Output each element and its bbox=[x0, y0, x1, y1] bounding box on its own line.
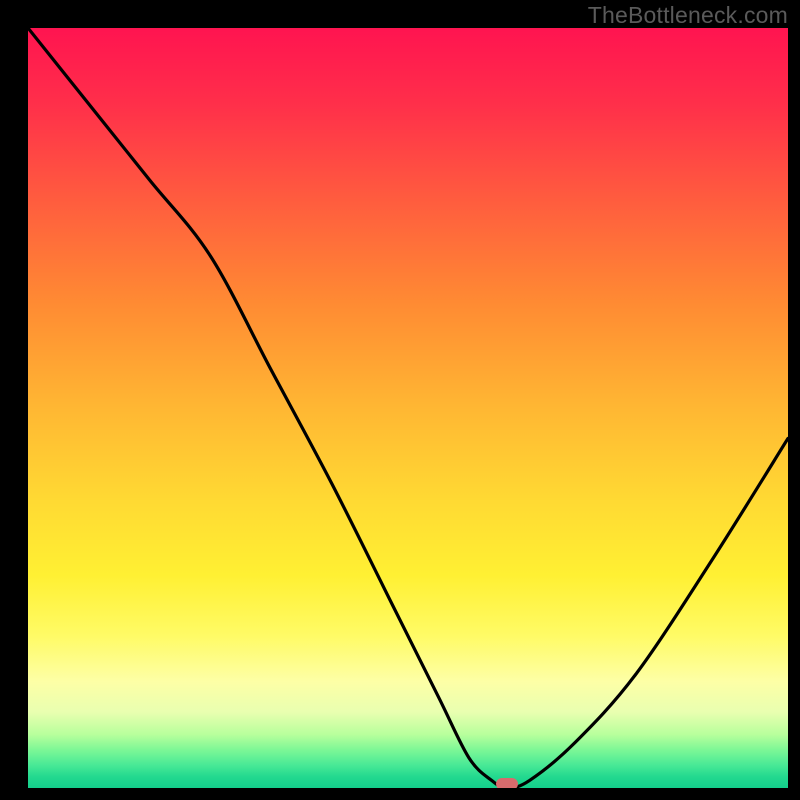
bottleneck-curve-path bbox=[28, 28, 788, 788]
optimum-marker bbox=[496, 778, 518, 788]
chart-stage: TheBottleneck.com bbox=[0, 0, 800, 800]
watermark-text: TheBottleneck.com bbox=[588, 2, 788, 29]
plot-area bbox=[28, 28, 788, 788]
curve-svg bbox=[28, 28, 788, 788]
